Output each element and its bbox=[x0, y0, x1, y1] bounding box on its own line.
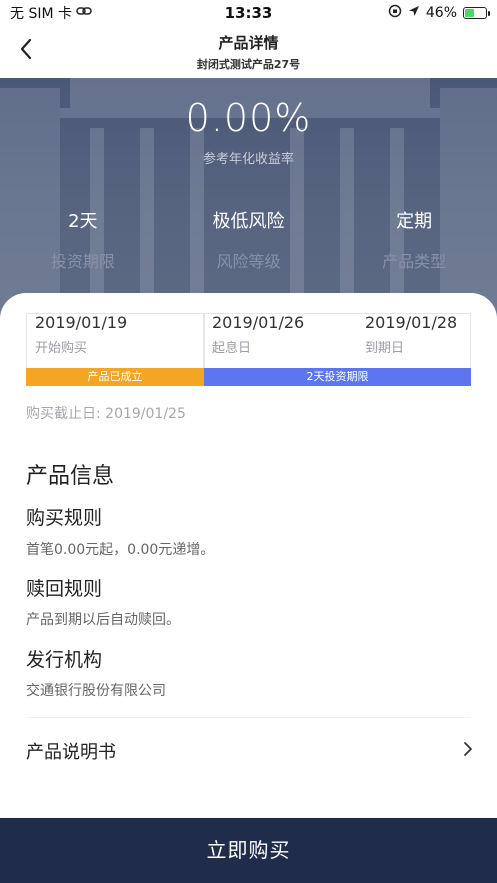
page-subtitle: 封闭式测试产品27号 bbox=[196, 58, 301, 71]
stat-value: 2天 bbox=[68, 211, 98, 232]
page-title: 产品详情 bbox=[218, 34, 279, 52]
battery-fill bbox=[465, 9, 475, 17]
purchase-rules-text: 首笔0.00元起，0.00元递增。 bbox=[26, 542, 215, 558]
stat-product-type: 定期 产品类型 bbox=[331, 208, 497, 272]
stat-investment-period: 2天 投资期限 bbox=[0, 208, 166, 272]
product-detail-card: 2019/01/19 开始购买 2019/01/26 起息日 2019/01/2… bbox=[0, 293, 497, 818]
redemption-rules-text: 产品到期以后自动赎回。 bbox=[26, 612, 180, 628]
redemption-rules-heading: 赎回规则 bbox=[26, 578, 103, 600]
interest-start-label: 起息日 bbox=[212, 341, 252, 356]
prospectus-link[interactable]: 产品说明书 bbox=[0, 721, 497, 781]
stat-label: 风险等级 bbox=[216, 252, 281, 271]
battery-percent: 46% bbox=[425, 5, 457, 21]
issuer-text: 交通银行股份有限公司 bbox=[26, 683, 166, 699]
stat-value: 定期 bbox=[396, 211, 433, 232]
interest-start-date: 2019/01/26 bbox=[212, 313, 305, 332]
buy-now-button[interactable]: 立即购买 bbox=[0, 818, 497, 883]
investment-period-bar: 2天投资期限 bbox=[204, 368, 471, 386]
established-bar: 产品已成立 bbox=[26, 368, 204, 386]
hero-banner: 0.00% 参考年化收益率 2天 投资期限 极低风险 风险等级 定期 产品类型 bbox=[0, 78, 497, 328]
stat-risk-level: 极低风险 风险等级 bbox=[166, 208, 332, 272]
carrier-label: 无 SIM 卡 bbox=[10, 6, 72, 22]
status-left: 无 SIM 卡 bbox=[10, 3, 92, 23]
orientation-lock-icon bbox=[388, 4, 402, 22]
stat-label: 产品类型 bbox=[382, 252, 447, 271]
status-right: 46% bbox=[388, 4, 490, 22]
start-purchase-label: 开始购买 bbox=[35, 341, 88, 356]
issuer-heading: 发行机构 bbox=[26, 649, 103, 671]
annual-rate-label: 参考年化收益率 bbox=[202, 152, 294, 167]
start-purchase-date: 2019/01/19 bbox=[35, 313, 128, 332]
stat-value: 极低风险 bbox=[212, 211, 285, 232]
prospectus-label: 产品说明书 bbox=[26, 742, 116, 763]
maturity-label: 到期日 bbox=[365, 341, 405, 356]
purchase-deadline: 购买截止日: 2019/01/25 bbox=[26, 406, 186, 422]
product-timeline: 2019/01/19 开始购买 2019/01/26 起息日 2019/01/2… bbox=[26, 313, 471, 386]
purchase-rules-heading: 购买规则 bbox=[26, 507, 103, 529]
stat-label: 投资期限 bbox=[50, 252, 115, 271]
nav-bar: 产品详情 封闭式测试产品27号 bbox=[0, 26, 497, 78]
maturity-date: 2019/01/28 bbox=[365, 313, 458, 332]
status-bar: 无 SIM 卡 13:33 46% bbox=[0, 0, 497, 26]
link-icon bbox=[76, 5, 92, 21]
annual-rate-value: 0.00% bbox=[185, 96, 312, 140]
battery-icon bbox=[463, 7, 490, 19]
product-info-heading: 产品信息 bbox=[26, 464, 115, 489]
product-stats: 2天 投资期限 极低风险 风险等级 定期 产品类型 bbox=[0, 208, 497, 272]
chevron-right-icon bbox=[461, 739, 475, 759]
location-icon bbox=[408, 5, 420, 21]
divider bbox=[26, 717, 471, 718]
